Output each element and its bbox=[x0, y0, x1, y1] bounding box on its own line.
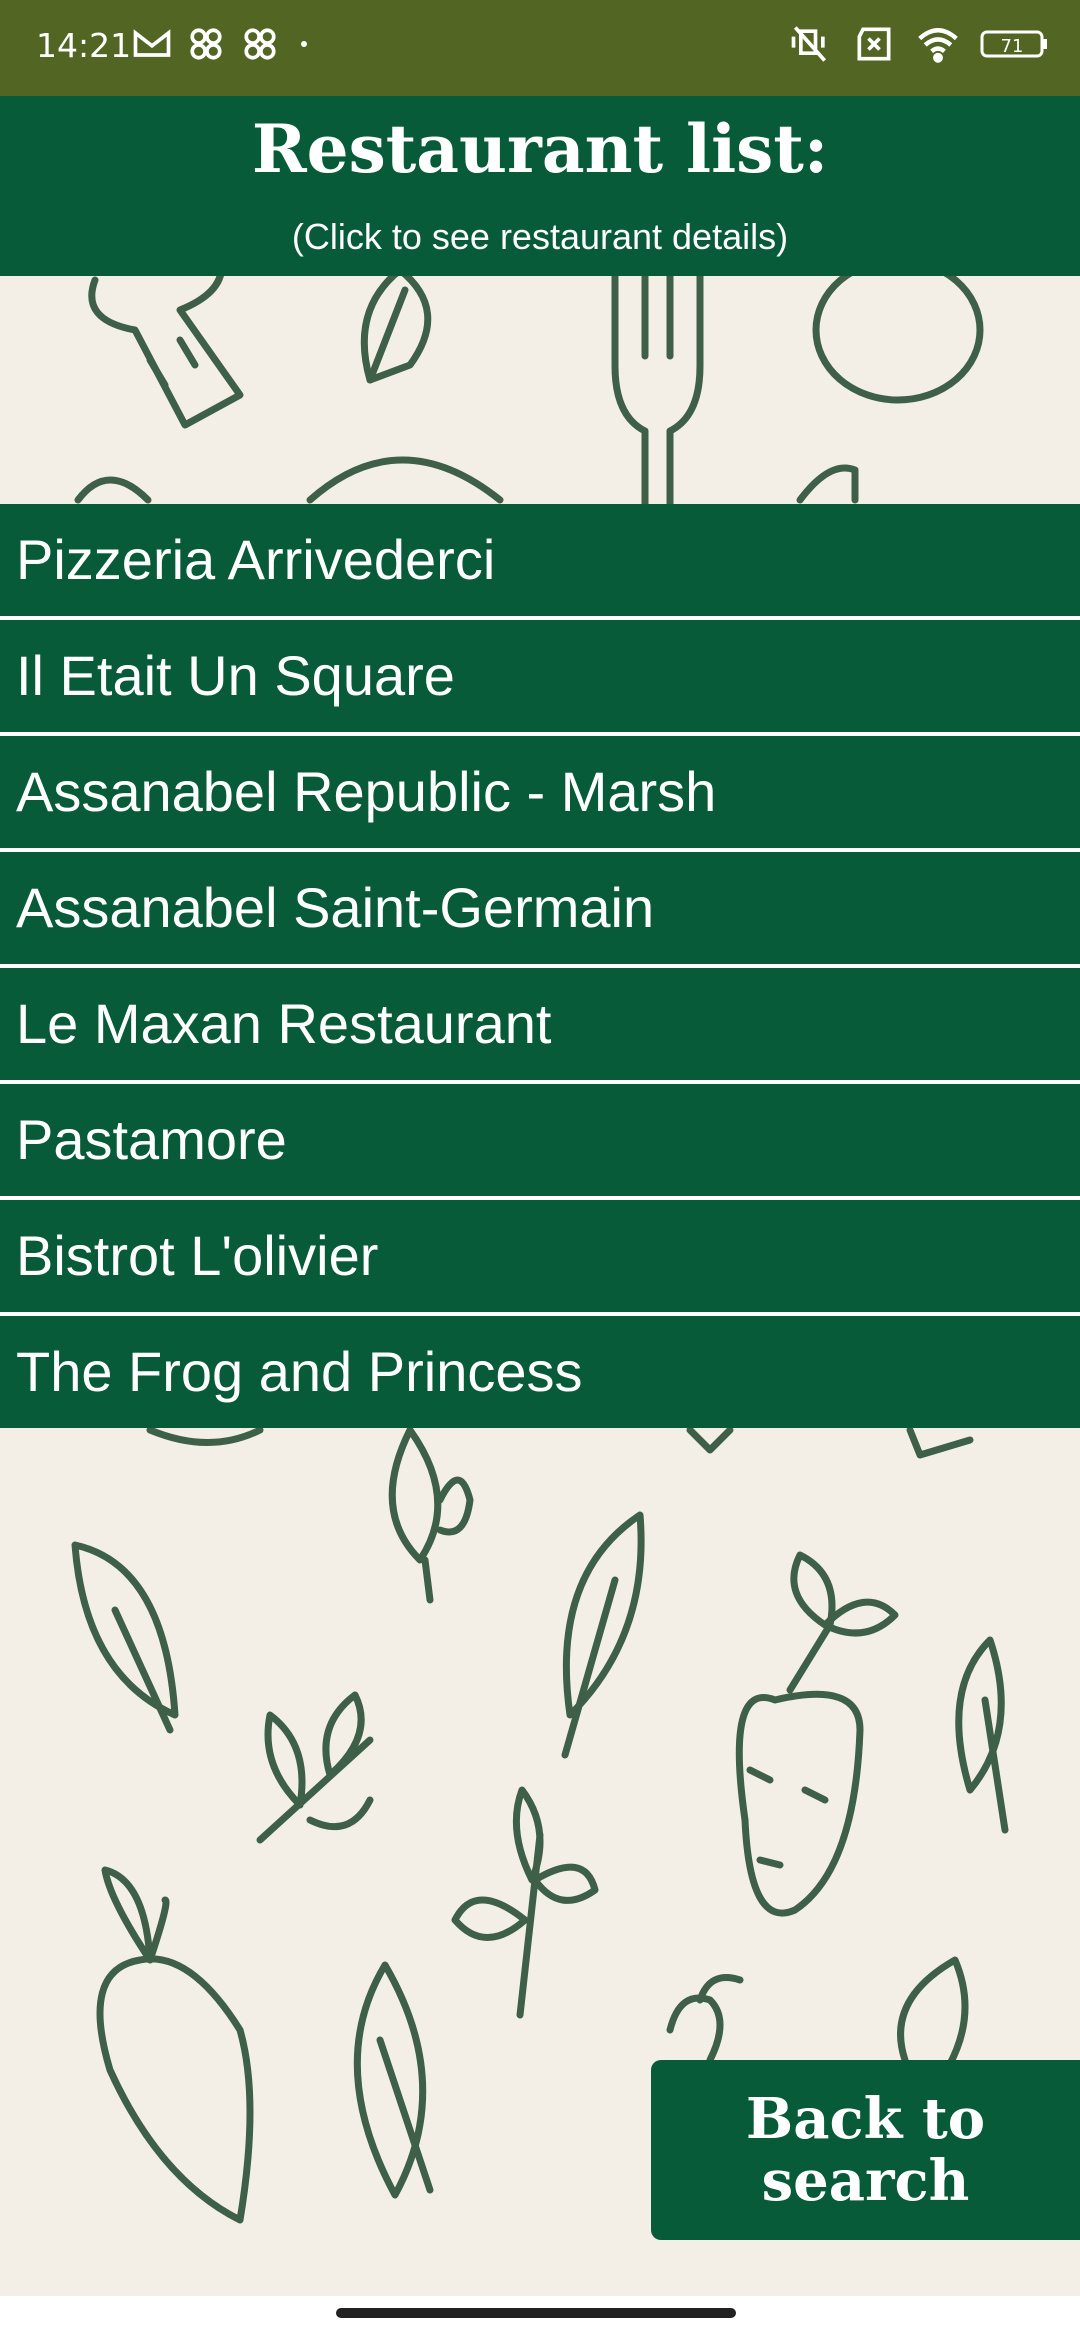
broccoli-icon bbox=[88, 251, 244, 429]
battery-level: 71 bbox=[1001, 36, 1024, 57]
back-button-line1: Back to bbox=[745, 2086, 986, 2152]
page-title: Restaurant list: bbox=[251, 110, 829, 188]
leaf-icon bbox=[561, 1511, 645, 1759]
leaf-icon bbox=[955, 1636, 1009, 1834]
restaurant-item[interactable]: Assanabel Saint-Germain bbox=[0, 852, 1080, 968]
wifi-icon bbox=[918, 28, 958, 63]
leaf-icon bbox=[388, 1426, 474, 1604]
fork-icon bbox=[611, 272, 704, 510]
tomato-icon bbox=[812, 256, 984, 404]
restaurant-item[interactable]: The Frog and Princess bbox=[0, 1316, 1080, 1428]
leaf-icon bbox=[353, 1961, 434, 2199]
leaf-icon bbox=[360, 266, 432, 384]
herb-sprig-icon bbox=[256, 1691, 374, 1844]
restaurant-item[interactable]: Assanabel Republic - Marsh bbox=[0, 736, 1080, 852]
herb-sprig-icon bbox=[451, 1786, 599, 2019]
restaurant-item[interactable]: Le Maxan Restaurant bbox=[0, 968, 1080, 1084]
navigation-bar bbox=[0, 2296, 1080, 2340]
status-time: 14:21 bbox=[36, 26, 132, 65]
radish-icon bbox=[666, 1974, 744, 2064]
pinwheel-icon bbox=[244, 28, 276, 60]
pinwheel-icon bbox=[190, 28, 222, 60]
restaurant-item[interactable]: Il Etait Un Square bbox=[0, 620, 1080, 736]
header: Restaurant list: (Click to see restauran… bbox=[0, 96, 1080, 276]
vibrate-off-icon bbox=[791, 26, 827, 62]
beet-icon bbox=[96, 1866, 254, 2224]
status-left-icons bbox=[130, 22, 316, 66]
status-right-icons: 71 bbox=[788, 22, 1050, 66]
carrot-icon bbox=[735, 1551, 899, 1917]
battery-icon: 71 bbox=[980, 30, 1047, 58]
dot-icon bbox=[301, 41, 307, 47]
restaurant-item[interactable]: Pastamore bbox=[0, 1084, 1080, 1200]
home-indicator[interactable] bbox=[336, 2308, 736, 2318]
back-button-line2: search bbox=[761, 2148, 970, 2214]
leaf-icon bbox=[71, 1541, 179, 1734]
page-subtitle: (Click to see restaurant details) bbox=[291, 216, 789, 257]
no-sim-icon bbox=[857, 27, 891, 61]
gmail-icon bbox=[133, 29, 171, 57]
restaurant-list: Pizzeria Arrivederci Il Etait Un Square … bbox=[0, 504, 1080, 1428]
status-bar: 14:21 71 bbox=[0, 0, 1080, 96]
back-to-search-button[interactable]: Back to search bbox=[651, 2060, 1080, 2240]
restaurant-item[interactable]: Bistrot L'olivier bbox=[0, 1200, 1080, 1316]
restaurant-item[interactable]: Pizzeria Arrivederci bbox=[0, 504, 1080, 620]
